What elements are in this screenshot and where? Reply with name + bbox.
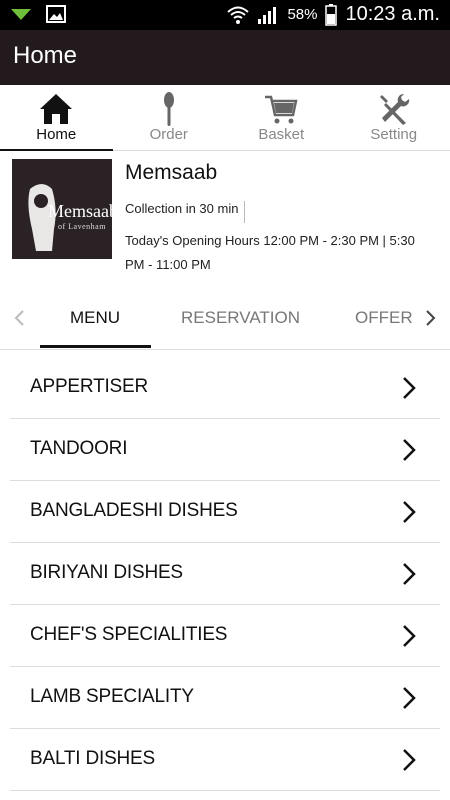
tools-icon (379, 93, 409, 125)
menu-category-label: BIRIYANI DISHES (30, 562, 183, 583)
menu-category-list: APPERTISER TANDOORI BANGLADESHI DISHES B… (10, 357, 440, 791)
notification-arrow-icon (11, 9, 31, 20)
restaurant-header: Memsaab of Lavenham Memsaab Collection i… (0, 150, 450, 280)
tab-order-label: Order (149, 126, 188, 143)
restaurant-name: Memsaab (125, 161, 218, 184)
tab-reservation[interactable]: RESERVATION (181, 308, 300, 328)
chevron-right-icon[interactable] (420, 308, 440, 328)
home-icon (40, 94, 73, 124)
wifi-icon (227, 6, 250, 24)
active-tab-indicator (40, 345, 151, 348)
chevron-right-icon (403, 377, 416, 399)
status-bar: 58% 10:23 a.m. (0, 0, 450, 30)
opening-hours: Today's Opening Hours 12:00 PM - 2:30 PM… (125, 233, 415, 272)
app-bar: Home (0, 30, 450, 85)
menu-category-item[interactable]: APPERTISER (10, 357, 440, 419)
restaurant-logo: Memsaab of Lavenham (12, 159, 112, 259)
chevron-right-icon (403, 501, 416, 523)
menu-category-item[interactable]: BALTI DISHES (10, 729, 440, 791)
menu-category-item[interactable]: TANDOORI (10, 419, 440, 481)
logo-text: Memsaab (48, 201, 112, 221)
tab-order[interactable]: Order (113, 85, 226, 150)
tab-basket[interactable]: Basket (225, 85, 338, 150)
chevron-right-icon (403, 563, 416, 585)
tab-basket-label: Basket (258, 126, 305, 143)
page-title: Home (13, 42, 78, 69)
main-tab-bar: Home Order Basket Setting (0, 85, 450, 151)
battery-icon (325, 3, 338, 26)
menu-category-label: BANGLADESHI DISHES (30, 500, 238, 521)
signal-icon (258, 6, 277, 24)
tab-setting-label: Setting (370, 126, 418, 143)
tab-home-label: Home (36, 126, 77, 143)
tab-setting[interactable]: Setting (338, 85, 450, 150)
menu-category-label: TANDOORI (30, 438, 128, 459)
cart-icon (265, 95, 298, 124)
logo-subtext: of Lavenham (58, 222, 106, 231)
tab-menu[interactable]: MENU (70, 308, 120, 328)
tab-home[interactable]: Home (0, 85, 113, 151)
menu-tab-strip: MENU RESERVATION OFFER (0, 292, 450, 350)
menu-category-label: CHEF'S SPECIALITIES (30, 624, 228, 645)
image-notification-icon (46, 5, 66, 23)
chevron-right-icon (403, 749, 416, 771)
menu-category-label: LAMB SPECIALITY (30, 686, 194, 707)
battery-percent: 58% (287, 6, 318, 23)
menu-category-item[interactable]: BIRIYANI DISHES (10, 543, 440, 605)
menu-category-item[interactable]: LAMB SPECIALITY (10, 667, 440, 729)
menu-category-label: APPERTISER (30, 376, 149, 397)
menu-category-item[interactable]: BANGLADESHI DISHES (10, 481, 440, 543)
tab-offer[interactable]: OFFER (355, 308, 413, 328)
chevron-right-icon (403, 625, 416, 647)
collection-time: Collection in 30 min (125, 201, 246, 223)
chevron-right-icon (403, 439, 416, 461)
menu-category-label: BALTI DISHES (30, 748, 156, 769)
menu-category-item[interactable]: CHEF'S SPECIALITIES (10, 605, 440, 667)
clock: 10:23 a.m. (345, 3, 440, 25)
spoon-icon (163, 92, 174, 126)
chevron-right-icon (403, 687, 416, 709)
chevron-left-icon[interactable] (10, 308, 30, 328)
